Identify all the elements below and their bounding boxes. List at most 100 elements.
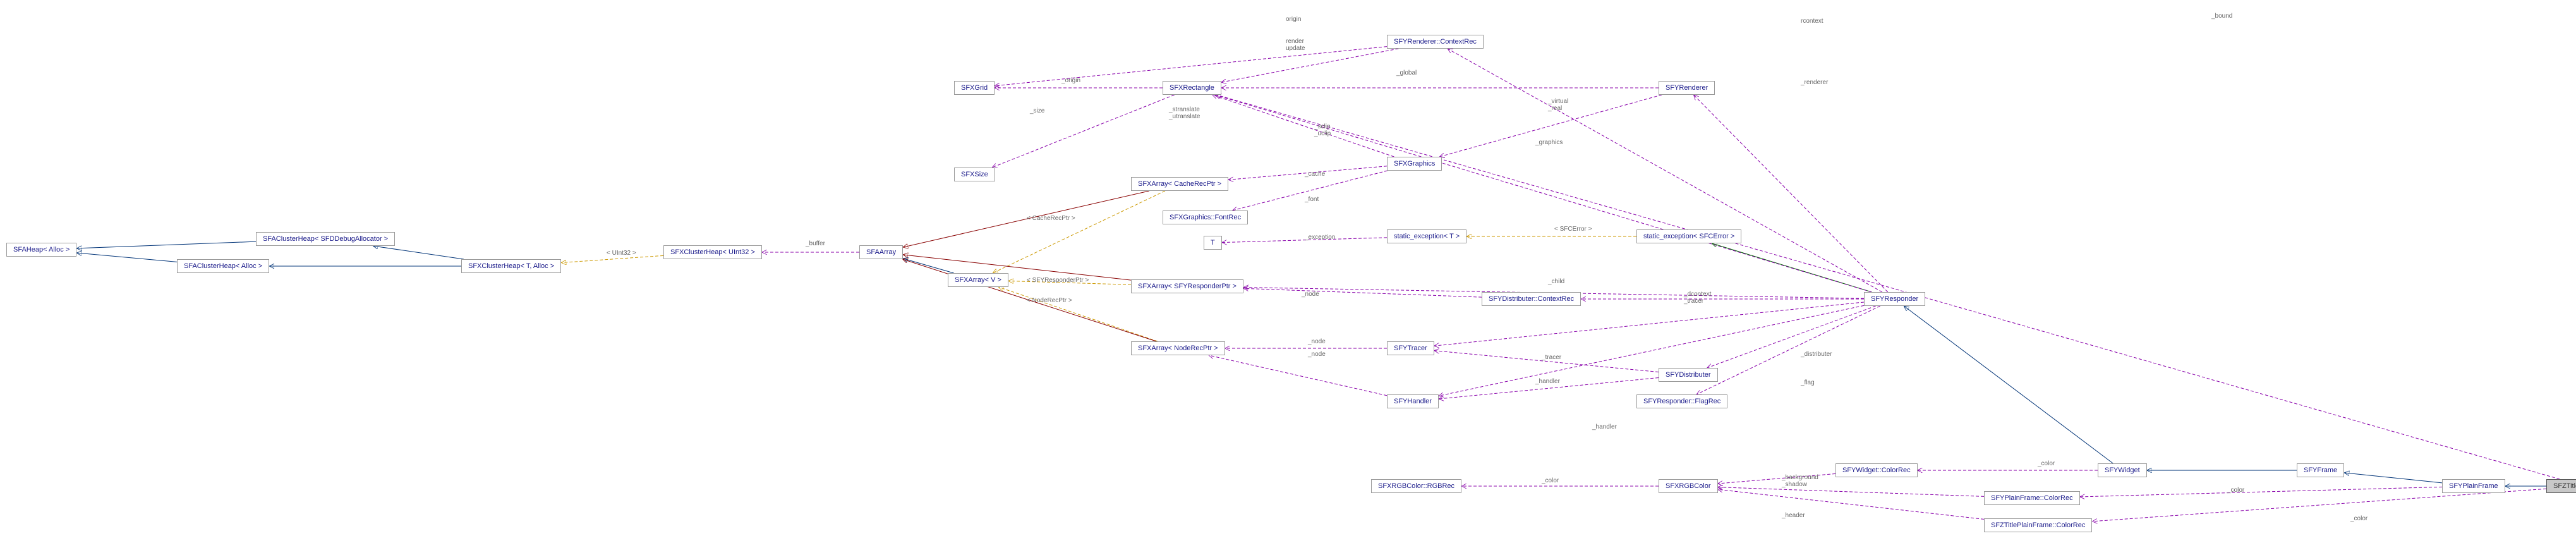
edge-label: _node — [1308, 351, 1326, 358]
edge-label: _cache — [1305, 171, 1325, 178]
edge-SFYPlainFrame-SFYFrame — [2344, 473, 2442, 483]
edge-SFZTitlePlainFrame-SFZTitlePlainFrameColorRec — [2092, 489, 2546, 522]
node-SFXArrayNode[interactable]: SFXArray< NodeRecPtr > — [1131, 341, 1225, 355]
node-SFYDistributerContextRec[interactable]: SFYDistributer::ContextRec — [1482, 292, 1581, 306]
edge-SFXArrayResp-SFXArrayV — [1008, 281, 1131, 284]
node-SFYResponderFlagRec[interactable]: SFYResponder::FlagRec — [1636, 394, 1727, 408]
node-SFYTracer[interactable]: SFYTracer — [1387, 341, 1434, 355]
edge-label: _header — [1782, 512, 1805, 519]
edge-label: _handler — [1592, 424, 1617, 430]
edge-label: < CacheRecPtr > — [1027, 215, 1075, 222]
edge-SFYResponder-SFYTracer — [1434, 302, 1864, 346]
edge-SFAClusterHeapAlloc-SFAHeapAlloc — [76, 253, 177, 262]
edge-label: _child — [1548, 278, 1564, 285]
node-SFXRectangle[interactable]: SFXRectangle — [1163, 81, 1221, 95]
node-SFYRendererContextRec[interactable]: SFYRenderer::ContextRec — [1387, 35, 1484, 49]
edge-label: < NodeRecPtr > — [1027, 297, 1072, 304]
edge-SFXArrayCache-SFXArrayV — [993, 191, 1165, 273]
edge-SFYRendererContextRec-SFXRectangle — [1221, 49, 1398, 82]
edge-SFAClusterHeapSFDDebug-SFAHeapAlloc — [76, 241, 256, 248]
node-SFXRGBColor[interactable]: SFXRGBColor — [1659, 479, 1718, 493]
node-SFAClusterHeapSFDDebug[interactable]: SFAClusterHeap< SFDDebugAllocator > — [256, 232, 395, 246]
edge-SFYPlainFrame-SFYPlainFrameColorRec — [2080, 487, 2442, 497]
node-SFYPlainFrameColorRec[interactable]: SFYPlainFrame::ColorRec — [1984, 491, 2080, 505]
node-SFYWidgetColorRec[interactable]: SFYWidget::ColorRec — [1835, 463, 1918, 477]
edge-SFXClusterHeapUInt32-SFXClusterHeapTAlloc — [561, 255, 663, 262]
edge-SFXArrayResp-SFAArray — [903, 255, 1131, 280]
edge-SFYRenderer-SFXGraphics — [1439, 95, 1662, 157]
node-T[interactable]: T — [1204, 236, 1222, 250]
node-SFYDistributer[interactable]: SFYDistributer — [1659, 368, 1718, 382]
node-SFXClusterHeapUInt32[interactable]: SFXClusterHeap< UInt32 > — [663, 245, 762, 259]
node-SFXRGBColorRGBRec[interactable]: SFXRGBColor::RGBRec — [1371, 479, 1461, 493]
edge-SFYDistributer-SFYHandler — [1439, 378, 1659, 400]
edge-SFYRendererContextRec-SFXGrid — [995, 47, 1387, 86]
edge-SFYResponder-SFYResponderFlagRec — [1696, 306, 1880, 394]
edge-label: _color — [2227, 487, 2244, 494]
node-SFZTitlePlainFrameColorRec[interactable]: SFZTitlePlainFrame::ColorRec — [1984, 518, 2092, 532]
edge-SFXArrayNode-SFAArray — [903, 259, 1157, 341]
edge-SFXArrayNode-SFXArrayV — [998, 287, 1158, 341]
edge-SFYResponder-SFYRenderer — [1693, 95, 1887, 292]
edge-SFXGraphics-SFXArrayCache — [1228, 166, 1387, 180]
edge-label: _distributer — [1801, 351, 1832, 358]
node-SFYPlainFrame[interactable]: SFYPlainFrame — [2442, 479, 2505, 493]
node-SFAHeapAlloc[interactable]: SFAHeap< Alloc > — [6, 243, 76, 257]
edge-label: rcontext — [1801, 18, 1823, 25]
edge-SFXArrayV-SFAArray — [903, 259, 954, 273]
edge-label: _color — [2350, 515, 2367, 522]
edge-label: _handler — [1535, 378, 1560, 385]
edge-label: _sclip_uclip — [1314, 123, 1331, 137]
edge-label: _color — [2038, 460, 2055, 467]
node-SFYWidget[interactable]: SFYWidget — [2098, 463, 2147, 477]
edge-label: < SFCError > — [1554, 226, 1592, 233]
node-SFYRenderer[interactable]: SFYRenderer — [1659, 81, 1715, 95]
edge-label: _size — [1030, 107, 1044, 114]
edge-SFXArrayCache-SFAArray — [903, 191, 1149, 247]
edge-SFYPlainFrameColorRec-SFXRGBColor — [1718, 487, 1984, 497]
edge-label: _stranslate_utranslate — [1169, 106, 1200, 120]
edge-SFYHandler-SFXArrayNode — [1209, 355, 1387, 396]
edge-SFYResponder-SFYHandler — [1439, 305, 1864, 396]
edge-SFYResponder-SFXRectangle — [1215, 95, 1872, 292]
node-SFXGraphics[interactable]: SFXGraphics — [1387, 157, 1442, 171]
edge-label: _background_shadow — [1782, 474, 1818, 488]
node-static_exception_T[interactable]: static_exception< T > — [1387, 229, 1466, 243]
node-SFXClusterHeapTAlloc[interactable]: SFXClusterHeap< T, Alloc > — [461, 259, 561, 273]
node-SFXGrid[interactable]: SFXGrid — [954, 81, 995, 95]
edge-SFYResponder-SFYDistributer — [1707, 306, 1876, 368]
node-static_exception_SFCError[interactable]: static_exception< SFCError > — [1636, 229, 1741, 243]
edge-label: origin — [1286, 16, 1301, 23]
edge-SFYWidget-SFYResponder — [1904, 306, 2113, 463]
node-SFXArrayV[interactable]: SFXArray< V > — [948, 273, 1008, 287]
node-SFXGraphicsFontRec[interactable]: SFXGraphics::FontRec — [1163, 210, 1248, 224]
edge-label: _font — [1305, 196, 1319, 203]
node-SFXArrayCache[interactable]: SFXArray< CacheRecPtr > — [1131, 177, 1228, 191]
edge-SFZTitlePlainFrameColorRec-SFXRGBColor — [1718, 489, 1984, 519]
node-SFXArrayResp[interactable]: SFXArray< SFYResponderPtr > — [1131, 279, 1243, 293]
node-SFAClusterHeapAlloc[interactable]: SFAClusterHeap< Alloc > — [177, 259, 269, 273]
edge-SFXGraphics-SFXRectangle — [1212, 95, 1394, 157]
edge-label: _bound — [2211, 13, 2232, 20]
edge-label: _graphics — [1535, 139, 1563, 146]
edge-label: _node — [1302, 291, 1319, 298]
edge-SFYWidgetColorRec-SFXRGBColor — [1718, 473, 1835, 484]
edge-label: _flag — [1801, 379, 1815, 386]
edge-label: _origin — [1061, 77, 1080, 84]
edges-layer — [0, 0, 2576, 543]
node-SFXSize[interactable]: SFXSize — [954, 168, 995, 181]
edge-label: _color — [1542, 477, 1559, 484]
node-SFYResponder[interactable]: SFYResponder — [1864, 292, 1925, 306]
node-SFYFrame[interactable]: SFYFrame — [2297, 463, 2344, 477]
edge-SFXGraphics-SFXGraphicsFontRec — [1232, 171, 1387, 210]
node-SFZTitlePlainFrame[interactable]: SFZTitlePlainFrame — [2546, 479, 2576, 493]
edge-SFYDistributerContextRec-SFXArrayResp — [1243, 288, 1482, 297]
edge-label: _tracer — [1542, 354, 1561, 361]
node-SFAArray[interactable]: SFAArray — [859, 245, 903, 259]
edge-label: _buffer — [806, 240, 825, 247]
node-SFYHandler[interactable]: SFYHandler — [1387, 394, 1439, 408]
edge-label: _node — [1308, 338, 1326, 345]
edge-static_exception_T-T — [1222, 238, 1387, 243]
edge-SFYDistributer-SFYTracer — [1434, 351, 1659, 372]
edge-SFXRectangle-SFXSize — [992, 95, 1175, 168]
